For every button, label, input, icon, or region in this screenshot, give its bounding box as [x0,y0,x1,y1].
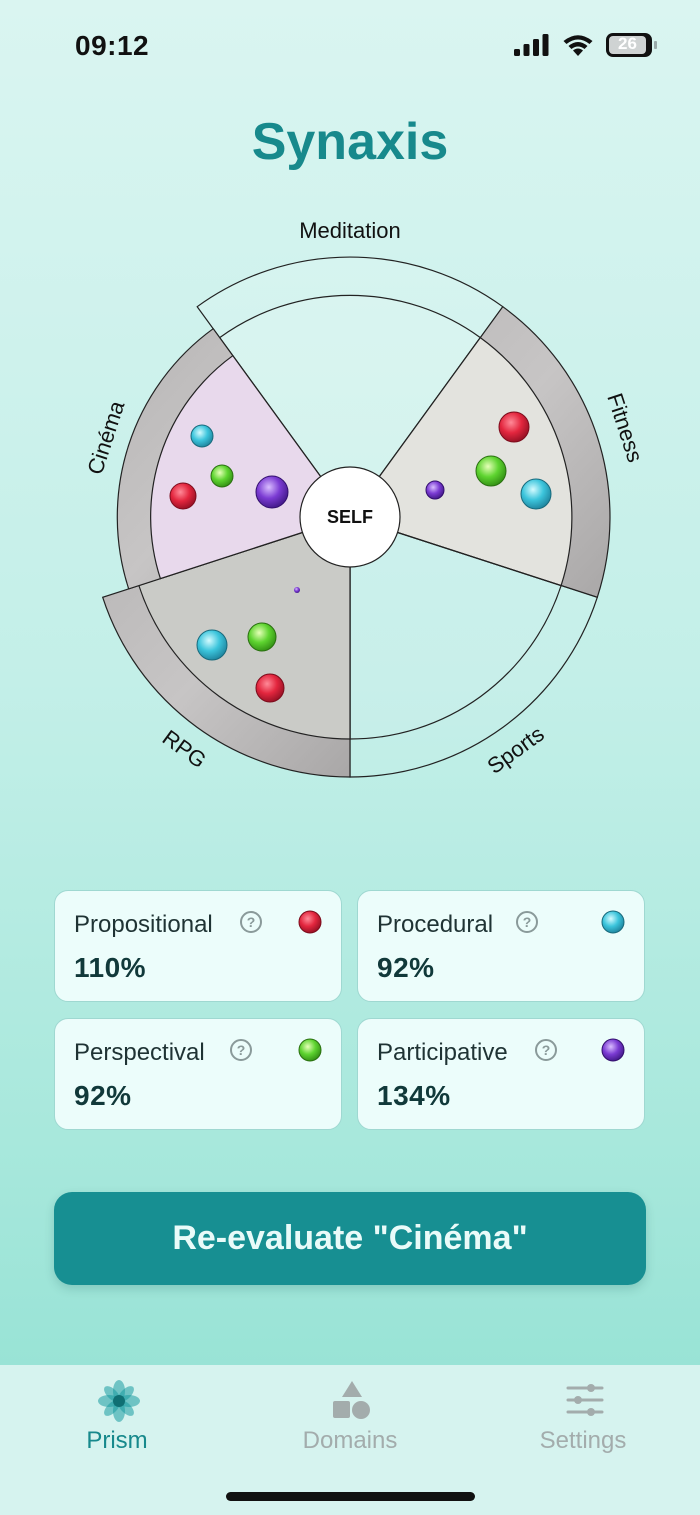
gem-cyan-icon [196,629,228,661]
help-icon[interactable]: ? [535,1039,557,1061]
metric-card-propositional[interactable]: Propositional ? 110% [54,890,342,1002]
metric-card-participative[interactable]: Participative ? 134% [357,1018,645,1130]
gem-purple-icon [425,480,445,500]
metric-label: Perspectival [74,1039,205,1066]
help-icon[interactable]: ? [230,1039,252,1061]
domain-label-meditation: Meditation [299,218,401,243]
help-icon[interactable]: ? [516,911,538,933]
gem-green-icon [475,455,507,487]
home-indicator [226,1492,475,1501]
tab-label: Prism [86,1427,148,1454]
tab-label: Domains [302,1427,398,1454]
self-center-label: SELF [327,507,373,527]
gem-red-icon [255,673,285,703]
self-center-button[interactable]: SELF [299,466,401,568]
gem-cyan-icon [520,478,552,510]
gem-red-icon [498,411,530,443]
domain-wheel: Meditation Fitness Sports RPG Cinéma SEL… [82,218,648,779]
shapes-icon [333,1381,370,1419]
metric-card-procedural[interactable]: Procedural ? 92% [357,890,645,1002]
metric-value: 92% [377,952,435,983]
tab-prism[interactable]: Prism [17,1365,217,1465]
gem-green-icon [210,464,234,488]
metric-value: 92% [74,1080,132,1111]
gem-cyan-icon [190,424,214,448]
tab-domains[interactable]: Domains [250,1365,450,1465]
purple-gem-icon [601,1038,625,1062]
red-gem-icon [298,910,322,934]
metric-label: Participative [377,1039,508,1066]
metric-value: 110% [74,952,147,983]
gem-green-icon [247,622,277,652]
sliders-icon [566,1384,604,1416]
gem-purple-icon [255,475,289,509]
metric-value: 134% [377,1080,451,1111]
help-icon[interactable]: ? [240,911,262,933]
gem-purple-icon [294,587,300,593]
green-gem-icon [298,1038,322,1062]
gem-red-icon [169,482,197,510]
metric-label: Propositional [74,911,213,938]
domain-label-fitness: Fitness [602,390,648,465]
tab-settings[interactable]: Settings [483,1365,683,1465]
metric-card-perspectival[interactable]: Perspectival ? 92% [54,1018,342,1130]
reevaluate-button[interactable]: Re-evaluate "Cinéma" [54,1192,646,1285]
tab-label: Settings [539,1427,627,1454]
prism-flower-icon [98,1380,140,1422]
cyan-gem-icon [601,910,625,934]
metric-label: Procedural [377,911,494,938]
